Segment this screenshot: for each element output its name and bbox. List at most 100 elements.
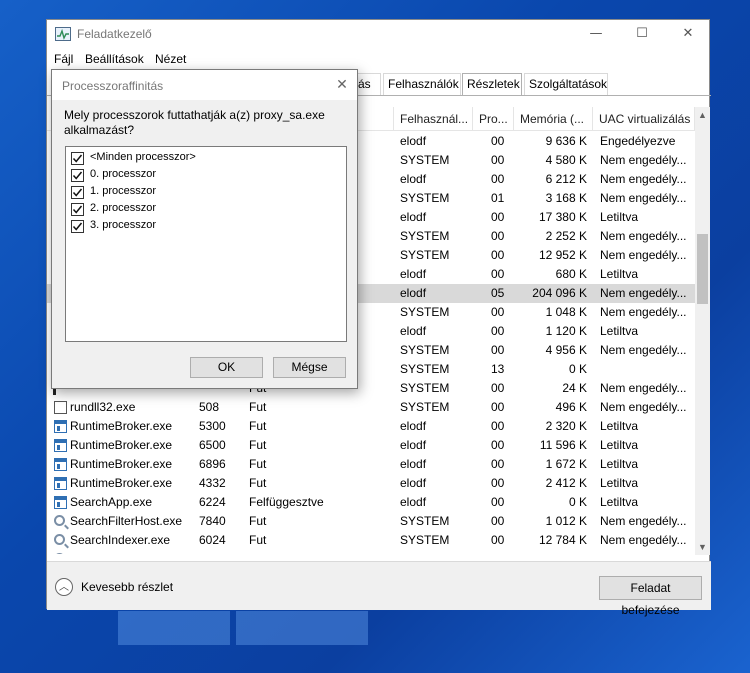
cell-uac: Nem engedély... bbox=[600, 172, 687, 186]
processor-label: 2. processzor bbox=[90, 202, 157, 214]
ok-button[interactable]: OK bbox=[190, 357, 263, 378]
cell-cpu: 00 bbox=[491, 229, 505, 243]
cell-cpu: 00 bbox=[491, 305, 505, 319]
cell-memory: 2 412 K bbox=[545, 476, 587, 490]
processor-item[interactable]: 2. processzor bbox=[71, 201, 321, 218]
close-button[interactable]: ✕ bbox=[665, 20, 711, 48]
cell-memory: 17 380 K bbox=[538, 210, 587, 224]
scroll-up-icon[interactable]: ▲ bbox=[695, 107, 710, 123]
table-row[interactable]: SearchProtocolHost... 6280 Fut SYSTEM 00 1 96… bbox=[47, 550, 695, 554]
cell-user: elodf bbox=[400, 172, 427, 186]
cell-user: SYSTEM bbox=[400, 400, 450, 414]
cell-pid: 6224 bbox=[199, 495, 226, 509]
menu-view[interactable]: Nézet bbox=[155, 52, 186, 66]
cell-user: SYSTEM bbox=[400, 381, 450, 395]
cell-name: rundll32.exe bbox=[70, 400, 136, 414]
cell-uac: Letiltva bbox=[600, 267, 639, 281]
chevron-up-icon[interactable]: ︿ bbox=[55, 578, 73, 596]
processor-item[interactable]: 0. processzor bbox=[71, 167, 321, 184]
scroll-thumb[interactable] bbox=[697, 234, 708, 304]
cell-uac: Nem engedély... bbox=[600, 229, 687, 243]
app-window-icon bbox=[54, 496, 67, 509]
column-header-uac[interactable]: UAC virtualizálás bbox=[593, 107, 695, 131]
column-header-user[interactable]: Felhasznál... bbox=[394, 107, 473, 131]
cell-pid: 5300 bbox=[199, 419, 226, 433]
minimize-button[interactable]: — bbox=[573, 20, 619, 48]
table-row[interactable]: SearchFilterHost.exe 7840 Fut SYSTEM 00 1 012… bbox=[47, 512, 695, 531]
cell-user: SYSTEM bbox=[400, 153, 450, 167]
tab-details[interactable]: Részletek bbox=[462, 73, 522, 95]
column-header-cpu[interactable]: Pro... bbox=[473, 107, 514, 131]
table-row[interactable]: RuntimeBroker.exe 6896 Fut elodf 00 1 672 K Le… bbox=[47, 455, 695, 474]
processor-item[interactable]: <Minden processzor> bbox=[71, 150, 321, 167]
cell-pid: 6024 bbox=[199, 533, 226, 547]
cell-user: elodf bbox=[400, 134, 427, 148]
search-process-icon bbox=[54, 534, 65, 545]
cell-cpu: 00 bbox=[491, 134, 505, 148]
column-header-memory[interactable]: Memória (... bbox=[514, 107, 593, 131]
menu-options[interactable]: Beállítások bbox=[85, 52, 144, 66]
cell-name: RuntimeBroker.exe bbox=[70, 438, 173, 452]
cell-memory: 680 K bbox=[555, 267, 587, 281]
cell-memory: 1 012 K bbox=[545, 514, 587, 528]
cell-status: Fut bbox=[249, 533, 267, 547]
cell-user: SYSTEM bbox=[400, 362, 450, 376]
footer-bar: ︿ Kevesebb részlet Feladat befejezése bbox=[47, 561, 711, 617]
checkbox-checked-icon[interactable] bbox=[71, 152, 84, 165]
cancel-button[interactable]: Mégse bbox=[273, 357, 346, 378]
end-task-button[interactable]: Feladat befejezése bbox=[599, 576, 702, 617]
cell-user: elodf bbox=[400, 457, 427, 471]
table-row[interactable]: rundll32.exe 508 Fut SYSTEM 00 496 K Nem enged… bbox=[47, 398, 695, 417]
app-window-icon bbox=[54, 458, 67, 471]
cell-user: elodf bbox=[400, 267, 427, 281]
checkbox-checked-icon[interactable] bbox=[71, 186, 84, 199]
cell-pid: 508 bbox=[199, 400, 220, 414]
processor-label: <Minden processzor> bbox=[90, 151, 196, 163]
wallpaper-pane bbox=[236, 611, 368, 645]
cell-cpu: 00 bbox=[491, 495, 505, 509]
tab-services[interactable]: Szolgáltatások bbox=[524, 73, 608, 95]
tab-users[interactable]: Felhasználók bbox=[383, 73, 461, 95]
cell-uac: Nem engedély... bbox=[600, 191, 687, 205]
scroll-down-icon[interactable]: ▼ bbox=[695, 539, 710, 555]
table-row[interactable]: SearchIndexer.exe 6024 Fut SYSTEM 00 12 784 K… bbox=[47, 531, 695, 550]
cell-cpu: 05 bbox=[491, 286, 505, 300]
cell-memory: 6 212 K bbox=[545, 172, 587, 186]
cell-status: Felfüggesztve bbox=[249, 495, 324, 509]
app-window-icon bbox=[54, 477, 67, 490]
cell-memory: 0 K bbox=[568, 495, 587, 509]
menu-file[interactable]: Fájl bbox=[54, 52, 73, 66]
cell-memory: 3 168 K bbox=[545, 191, 587, 205]
cell-pid: 6896 bbox=[199, 457, 226, 471]
cell-cpu: 01 bbox=[491, 191, 505, 205]
maximize-button[interactable]: ☐ bbox=[619, 20, 665, 48]
processor-item[interactable]: 1. processzor bbox=[71, 184, 321, 201]
fewer-details-link[interactable]: Kevesebb részlet bbox=[81, 580, 173, 594]
cell-pid: 7840 bbox=[199, 514, 226, 528]
checkbox-checked-icon[interactable] bbox=[71, 203, 84, 216]
cell-cpu: 00 bbox=[491, 533, 505, 547]
dialog-close-button[interactable]: ✕ bbox=[327, 70, 357, 100]
cell-user: SYSTEM bbox=[400, 343, 450, 357]
checkbox-checked-icon[interactable] bbox=[71, 169, 84, 182]
cell-cpu: 00 bbox=[491, 343, 505, 357]
cell-status: Fut bbox=[249, 476, 267, 490]
cell-memory: 204 096 K bbox=[532, 286, 587, 300]
table-row[interactable]: RuntimeBroker.exe 5300 Fut elodf 00 2 320 K Le… bbox=[47, 417, 695, 436]
cell-memory: 4 580 K bbox=[545, 153, 587, 167]
dialog-prompt: Mely processzorok futtathatják a(z) prox… bbox=[64, 108, 325, 137]
processor-item[interactable]: 3. processzor bbox=[71, 218, 321, 235]
table-row[interactable]: RuntimeBroker.exe 4332 Fut elodf 00 2 412 K Le… bbox=[47, 474, 695, 493]
cell-name: SearchProtocolHost... bbox=[70, 550, 190, 554]
search-process-icon bbox=[54, 515, 65, 526]
cell-cpu: 00 bbox=[491, 514, 505, 528]
checkbox-checked-icon[interactable] bbox=[71, 220, 84, 233]
table-row[interactable]: SearchApp.exe 6224 Felfüggesztve elodf 00 0 K… bbox=[47, 493, 695, 512]
cell-uac: Nem engedély... bbox=[600, 248, 687, 262]
cell-cpu: 00 bbox=[491, 419, 505, 433]
cell-cpu: 00 bbox=[491, 457, 505, 471]
cell-uac: Nem engedély... bbox=[600, 514, 687, 528]
window-title: Feladatkezelő bbox=[77, 27, 152, 41]
vertical-scrollbar[interactable]: ▲ ▼ bbox=[695, 107, 710, 555]
table-row[interactable]: RuntimeBroker.exe 6500 Fut elodf 00 11 596 K L… bbox=[47, 436, 695, 455]
